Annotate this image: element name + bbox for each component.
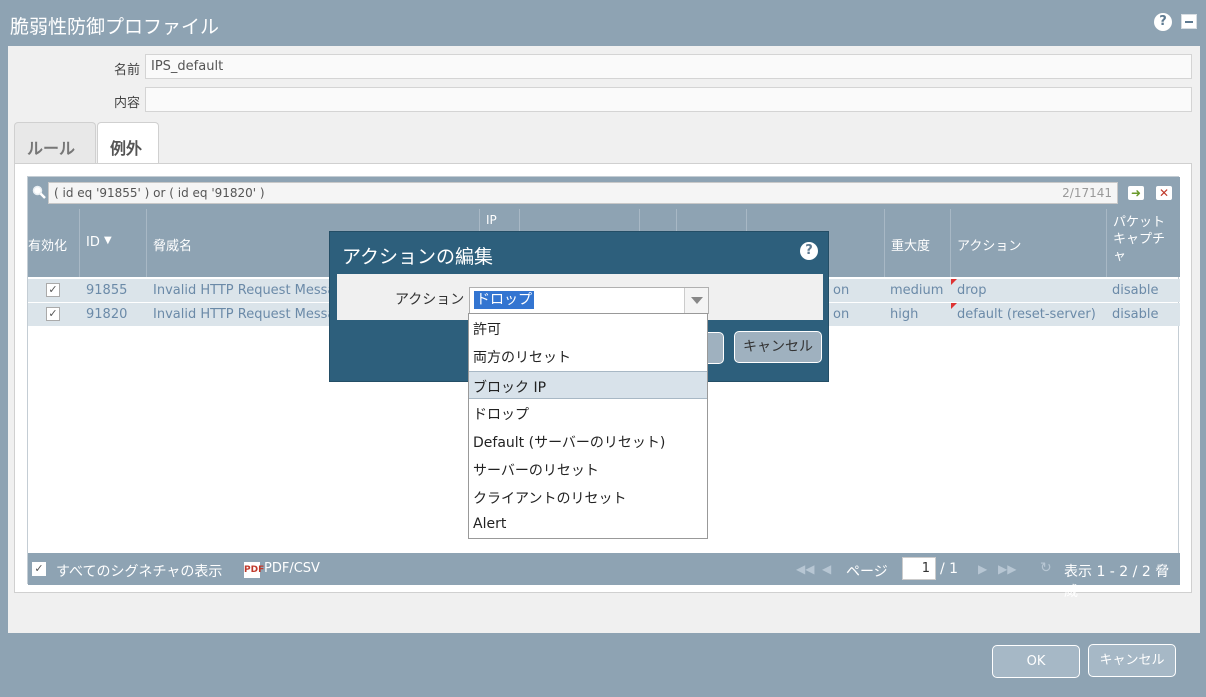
row-packet-capture[interactable]: disable: [1112, 307, 1158, 322]
tab-rules[interactable]: ルール: [14, 122, 96, 164]
refresh-icon[interactable]: ↻: [1040, 560, 1052, 576]
option-reset-server[interactable]: サーバーのリセット: [469, 455, 707, 483]
description-label: 内容: [113, 96, 140, 111]
dialog-footer: OK キャンセル: [0, 633, 1206, 697]
row-threat-name[interactable]: Invalid HTTP Request Messag: [153, 307, 344, 322]
modal-cancel-button[interactable]: キャンセル: [734, 331, 822, 363]
chevron-down-icon[interactable]: [684, 288, 708, 313]
tab-exceptions[interactable]: 例外: [97, 122, 159, 165]
sort-desc-icon: ▼: [104, 235, 112, 246]
prev-page-icon[interactable]: ◀: [822, 562, 831, 576]
col-severity[interactable]: 重大度: [885, 209, 951, 277]
col-action[interactable]: アクション: [951, 209, 1107, 277]
row-partial-text: on: [833, 283, 850, 298]
action-selected-value: ドロップ: [474, 291, 534, 309]
row-severity: medium: [890, 283, 944, 298]
name-field[interactable]: IPS_default: [145, 54, 1192, 79]
clear-filter-icon[interactable]: ✕: [1156, 186, 1172, 200]
col-packet-capture[interactable]: パケット キャプチ ャ: [1107, 209, 1180, 277]
description-field[interactable]: [145, 87, 1192, 112]
option-drop[interactable]: ドロップ: [469, 399, 707, 427]
filter-bar: ( id eq '91855' ) or ( id eq '91820' ) 2…: [28, 177, 1180, 209]
option-default-reset-server[interactable]: Default (サーバーのリセット): [469, 427, 707, 455]
search-icon: [32, 185, 46, 199]
row-enabled-checkbox[interactable]: ✓: [46, 283, 60, 297]
option-allow[interactable]: 許可: [469, 314, 707, 342]
row-partial-text: on: [833, 307, 850, 322]
minimize-icon[interactable]: [1181, 14, 1197, 29]
first-page-icon[interactable]: ◀◀: [796, 562, 814, 576]
row-packet-capture[interactable]: disable: [1112, 283, 1158, 298]
help-icon[interactable]: ?: [1154, 13, 1172, 31]
row-action[interactable]: default (reset-server): [957, 307, 1096, 322]
row-enabled-checkbox[interactable]: ✓: [46, 307, 60, 321]
pdf-icon[interactable]: PDF: [244, 562, 264, 578]
grid-footer: ✓ すべてのシグネチャの表示 PDF PDF/CSV ◀◀ ◀ ページ 1 / …: [28, 553, 1180, 600]
action-select[interactable]: ドロップ: [469, 287, 709, 314]
option-reset-client[interactable]: クライアントのリセット: [469, 483, 707, 511]
page-total: / 1: [940, 561, 959, 577]
col-enabled[interactable]: 有効化: [28, 209, 80, 277]
filter-input[interactable]: ( id eq '91855' ) or ( id eq '91820' ) 2…: [48, 182, 1118, 204]
name-label: 名前: [113, 63, 140, 78]
page-label: ページ: [846, 564, 888, 580]
row-id: 91855: [86, 283, 128, 298]
modal-title: アクションの編集: [342, 246, 494, 268]
filter-query: ( id eq '91855' ) or ( id eq '91820' ): [54, 186, 265, 200]
cancel-button[interactable]: キャンセル: [1088, 644, 1176, 677]
option-alert[interactable]: Alert: [469, 511, 707, 539]
option-block-ip[interactable]: ブロック IP: [469, 371, 707, 399]
display-count: 表示 1 - 2 / 2 脅威: [1064, 564, 1170, 600]
filter-count: 2/17141: [1062, 186, 1112, 200]
show-all-checkbox[interactable]: ✓: [32, 562, 46, 576]
action-dropdown-list: 許可 両方のリセット ブロック IP ドロップ Default (サーバーのリセ…: [468, 313, 708, 539]
window-titlebar: 脆弱性防御プロファイル ?: [0, 0, 1206, 46]
apply-filter-icon[interactable]: ➜: [1128, 186, 1144, 200]
action-label: アクション: [395, 292, 465, 308]
col-id[interactable]: ID ▼: [80, 209, 147, 277]
row-action[interactable]: drop: [957, 283, 987, 298]
page-input[interactable]: 1: [902, 557, 936, 580]
row-id: 91820: [86, 307, 128, 322]
show-all-label[interactable]: すべてのシグネチャの表示: [56, 561, 222, 581]
last-page-icon[interactable]: ▶▶: [998, 562, 1016, 576]
ok-button[interactable]: OK: [992, 645, 1080, 678]
window-title: 脆弱性防御プロファイル: [10, 16, 220, 38]
row-severity: high: [890, 307, 919, 322]
modal-help-icon[interactable]: ?: [800, 242, 818, 260]
option-reset-both[interactable]: 両方のリセット: [469, 342, 707, 370]
next-page-icon[interactable]: ▶: [978, 562, 987, 576]
export-link[interactable]: PDF/CSV: [264, 561, 320, 576]
row-threat-name[interactable]: Invalid HTTP Request Messag: [153, 283, 344, 298]
